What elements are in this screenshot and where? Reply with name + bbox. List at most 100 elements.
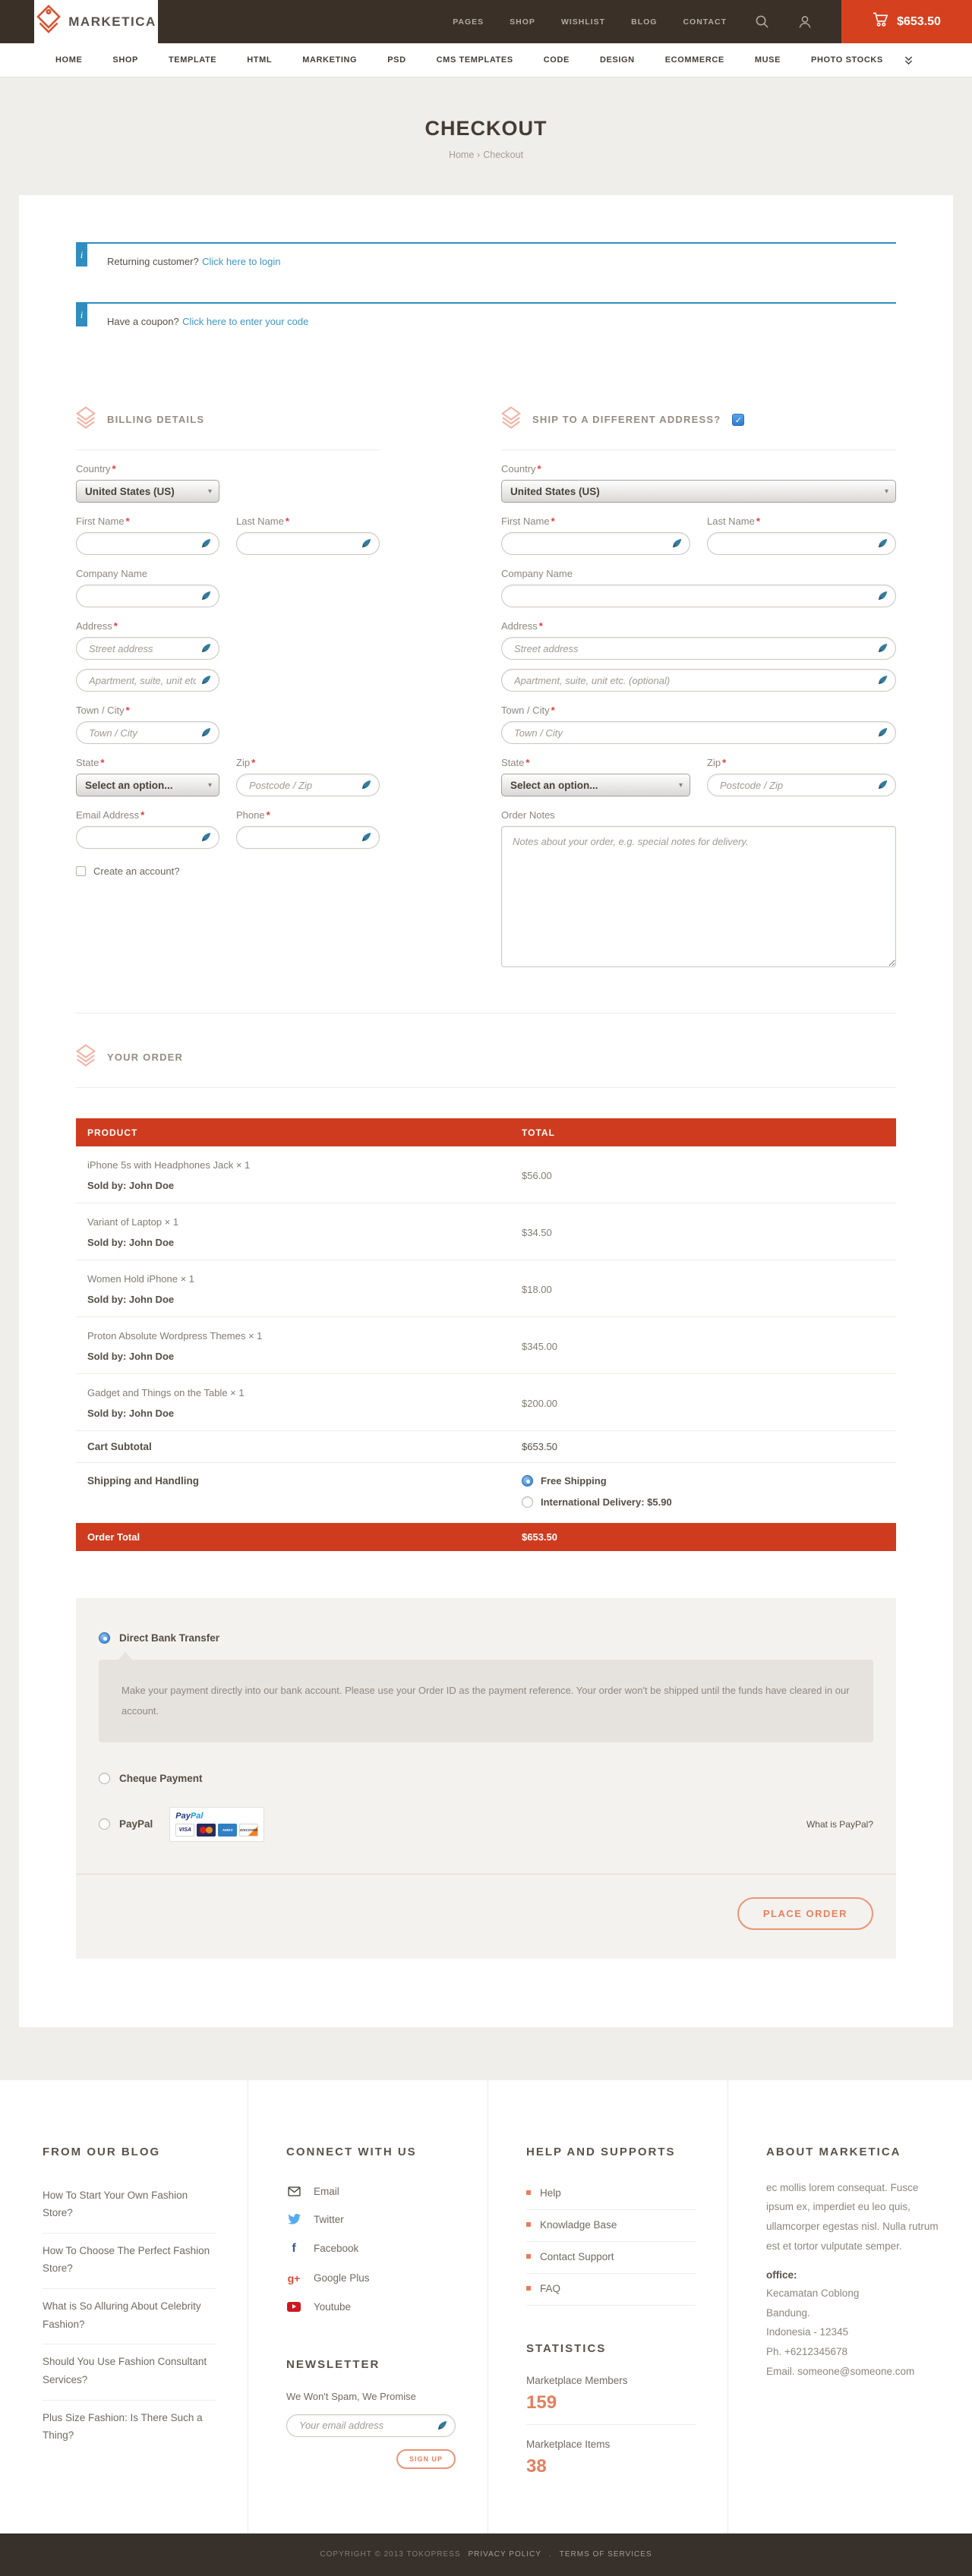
your-order-header: YOUR ORDER (76, 1044, 896, 1088)
blog-link[interactable]: How To Choose The Perfect Fashion Store? (43, 2234, 216, 2289)
google-plus-link[interactable]: g+ Google Plus (286, 2265, 456, 2294)
billing-company-input[interactable] (76, 585, 219, 607)
help-link[interactable]: Help (526, 2178, 696, 2210)
create-account-checkbox[interactable] (76, 866, 86, 876)
blog-link[interactable]: How To Start Your Own Fashion Store? (43, 2178, 216, 2234)
shipping-company-input[interactable] (501, 585, 896, 607)
search-icon[interactable] (756, 15, 768, 28)
nav-code[interactable]: CODE (544, 55, 570, 65)
stat-value: 159 (526, 2392, 696, 2414)
product-name: Gadget and Things on the Table × 1 (87, 1387, 510, 1398)
nav-marketing[interactable]: MARKETING (302, 55, 357, 65)
login-notice-text: Returning customer? (107, 256, 199, 267)
coupon-link[interactable]: Click here to enter your code (182, 316, 308, 327)
product-name: Variant of Laptop × 1 (87, 1216, 510, 1228)
shipping-address1-input[interactable] (501, 637, 896, 660)
nav-muse[interactable]: MUSE (755, 55, 781, 65)
billing-zip-input[interactable] (236, 774, 380, 796)
chevron-down-icon[interactable] (904, 55, 913, 69)
international-delivery-option[interactable]: International Delivery: $5.90 (522, 1496, 896, 1508)
billing-email-label: Email Address (76, 809, 139, 821)
nav-photo-stocks[interactable]: PHOTO STOCKS (811, 55, 883, 65)
product-name: Women Hold iPhone × 1 (87, 1273, 510, 1285)
billing-country-select[interactable]: United States (US) ▾ (76, 480, 219, 503)
blog-link[interactable]: Plus Size Fashion: Is There Such a Thing… (43, 2401, 216, 2455)
top-nav-contact[interactable]: CONTACT (683, 17, 727, 27)
order-notes-textarea[interactable] (501, 826, 896, 967)
nav-ecommerce[interactable]: ECOMMERCE (665, 55, 724, 65)
top-nav-shop[interactable]: SHOP (510, 17, 535, 27)
shipping-address2-input[interactable] (501, 669, 896, 692)
shipping-handling-label: Shipping and Handling (76, 1475, 510, 1508)
bank-transfer-option[interactable]: Direct Bank Transfer (99, 1632, 873, 1644)
cheque-payment-option[interactable]: Cheque Payment (99, 1773, 873, 1784)
top-nav-wishlist[interactable]: WISHLIST (561, 17, 605, 27)
youtube-link[interactable]: Youtube (286, 2294, 456, 2322)
billing-state-label: State (76, 757, 99, 768)
terms-of-services-link[interactable]: TERMS OF SERVICES (560, 2550, 652, 2559)
nav-shop[interactable]: SHOP (112, 55, 138, 65)
radio-selected-icon[interactable] (522, 1475, 533, 1487)
shipping-town-input[interactable] (501, 721, 896, 744)
logo[interactable]: MARKETICA (34, 0, 158, 43)
top-nav-blog[interactable]: BLOG (631, 17, 657, 27)
radio-icon[interactable] (99, 1773, 110, 1784)
login-link[interactable]: Click here to login (202, 256, 280, 267)
top-nav-pages[interactable]: PAGES (453, 17, 484, 27)
email-link[interactable]: Email (286, 2178, 456, 2206)
radio-selected-icon[interactable] (99, 1632, 110, 1644)
twitter-link[interactable]: Twitter (286, 2206, 456, 2234)
facebook-icon: f (286, 2242, 301, 2256)
required-mark: * (538, 463, 541, 475)
paypal-logo: PayPal (175, 1811, 258, 1821)
signup-button[interactable]: SIGN UP (396, 2449, 456, 2469)
paypal-option[interactable]: PayPal PayPal VISA MasterCard AMEX DISCO… (99, 1807, 873, 1842)
billing-address2-input[interactable] (76, 669, 219, 692)
nav-template[interactable]: TEMPLATE (169, 55, 216, 65)
shipping-state-select[interactable]: Select an option... ▾ (501, 774, 690, 796)
billing-phone-input[interactable] (236, 826, 380, 849)
breadcrumb-separator: › (477, 149, 481, 160)
shipping-last-name-label: Last Name (707, 516, 755, 527)
billing-address1-input[interactable] (76, 637, 219, 660)
contact-support-link[interactable]: Contact Support (526, 2242, 696, 2274)
billing-last-name-input[interactable] (236, 532, 380, 555)
breadcrumb-home[interactable]: Home (449, 150, 474, 160)
account-icon[interactable] (799, 15, 811, 29)
bullet-icon (526, 2222, 531, 2227)
shipping-state-value: Select an option... (510, 780, 679, 791)
privacy-policy-link[interactable]: PRIVACY POLICY (469, 2550, 541, 2559)
top-bar: MARKETICA PAGES SHOP WISHLIST BLOG CONTA… (0, 0, 972, 43)
billing-first-name-input[interactable] (76, 532, 219, 555)
billing-email-input[interactable] (76, 826, 219, 849)
what-is-paypal-link[interactable]: What is PayPal? (806, 1819, 873, 1830)
order-row: Proton Absolute Wordpress Themes × 1 Sol… (76, 1317, 896, 1374)
shipping-last-name-input[interactable] (707, 532, 896, 555)
nav-home[interactable]: HOME (55, 55, 82, 65)
nav-psd[interactable]: PSD (387, 55, 406, 65)
facebook-link[interactable]: f Facebook (286, 2234, 456, 2265)
billing-state-select[interactable]: Select an option... ▾ (76, 774, 219, 796)
free-shipping-option[interactable]: Free Shipping (522, 1475, 896, 1487)
required-mark: * (539, 620, 543, 632)
billing-section: BILLING DETAILS Country* United States (… (76, 406, 380, 971)
shipping-zip-input[interactable] (707, 774, 896, 796)
knowledge-base-link[interactable]: Knowladge Base (526, 2210, 696, 2242)
nav-design[interactable]: DESIGN (600, 55, 635, 65)
radio-icon[interactable] (522, 1496, 533, 1508)
breadcrumb-current: Checkout (483, 150, 523, 160)
shipping-country-select[interactable]: United States (US) ▾ (501, 480, 896, 503)
cart-button[interactable]: $653.50 (841, 0, 972, 43)
nav-html[interactable]: HTML (247, 55, 272, 65)
blog-link[interactable]: Should You Use Fashion Consultant Servic… (43, 2344, 216, 2400)
nav-cms-templates[interactable]: CMS TEMPLATES (437, 55, 513, 65)
radio-icon[interactable] (99, 1818, 110, 1830)
office-line: Indonesia - 12345 (766, 2322, 940, 2342)
shipping-first-name-input[interactable] (501, 532, 690, 555)
ship-different-checkbox[interactable]: ✓ (732, 414, 744, 426)
faq-link[interactable]: FAQ (526, 2274, 696, 2306)
billing-town-input[interactable] (76, 721, 219, 744)
place-order-button[interactable]: PLACE ORDER (737, 1897, 873, 1930)
blog-link[interactable]: What is So Alluring About Celebrity Fash… (43, 2289, 216, 2344)
newsletter-email-input[interactable] (286, 2414, 456, 2437)
